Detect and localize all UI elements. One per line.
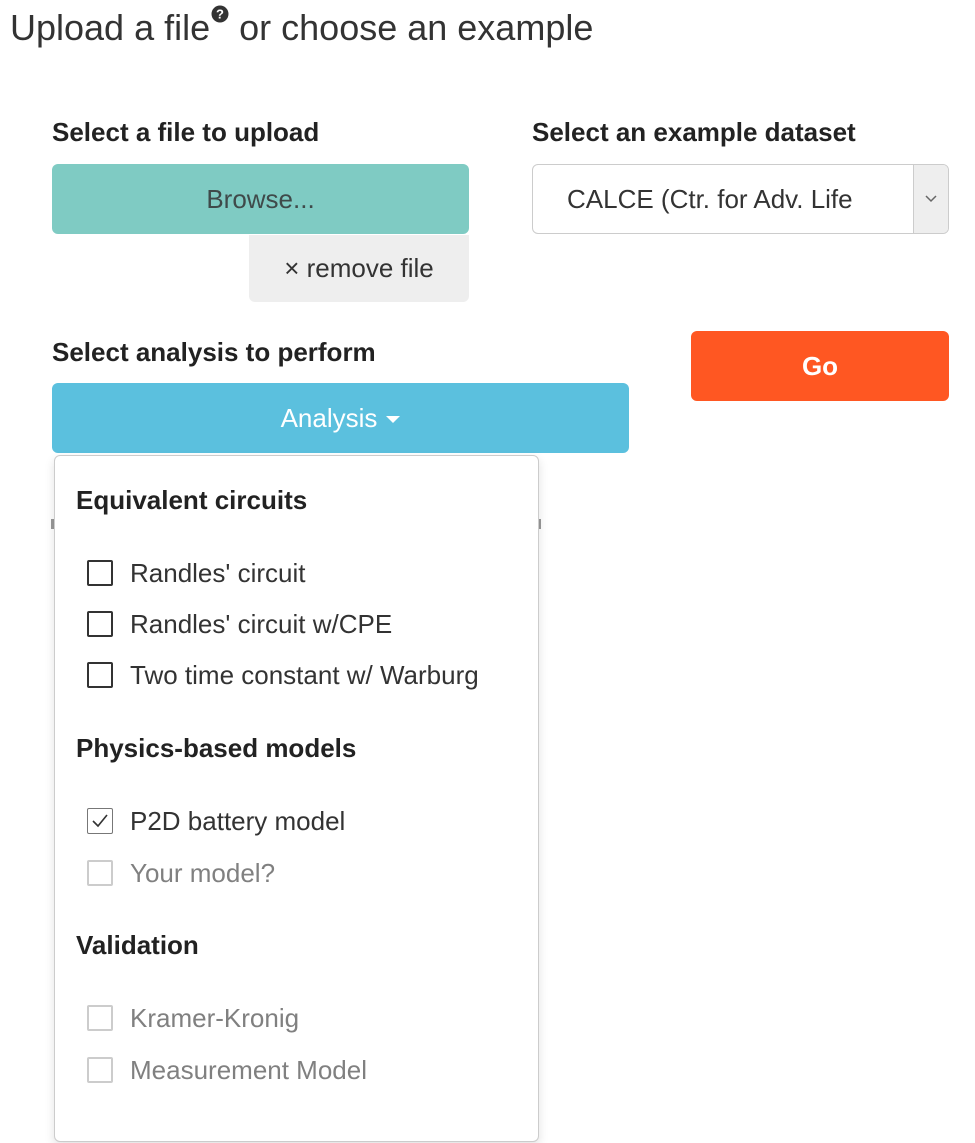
option-your-model: Your model? [87, 856, 275, 890]
title-prefix: Upload a file [10, 7, 211, 48]
analysis-label: Select analysis to perform [52, 337, 376, 367]
question-circle-icon[interactable]: ? [211, 0, 229, 33]
checkbox[interactable] [87, 560, 113, 586]
option-kramer-kronig: Kramer-Kronig [87, 1001, 299, 1035]
chevron-down-icon [913, 165, 948, 233]
background-edge [539, 519, 541, 529]
checkmark-icon [92, 814, 108, 828]
option-label: Randles' circuit w/CPE [130, 608, 393, 639]
option-randles-circuit-cpe[interactable]: Randles' circuit w/CPE [87, 607, 392, 641]
caret-down-icon [386, 415, 401, 423]
option-label: P2D battery model [130, 805, 346, 836]
title-suffix: or choose an example [229, 7, 594, 48]
checkbox [87, 1057, 113, 1083]
example-dataset-label: Select an example dataset [532, 117, 856, 147]
option-measurement-model: Measurement Model [87, 1053, 367, 1087]
upload-label: Select a file to upload [52, 117, 320, 147]
option-two-time-constant-warburg[interactable]: Two time constant w/ Warburg [87, 658, 479, 692]
go-button[interactable]: Go [691, 331, 949, 401]
remove-file-button[interactable]: × remove file [249, 235, 469, 302]
example-dataset-select[interactable]: CALCE (Ctr. for Adv. Life [532, 164, 949, 234]
browse-button[interactable]: Browse... [52, 164, 469, 234]
option-p2d-battery-model[interactable]: P2D battery model [87, 804, 345, 838]
option-label: Two time constant w/ Warburg [130, 659, 479, 690]
option-label: Your model? [130, 857, 276, 888]
analysis-dropdown-menu: Equivalent circuits Randles' circuit Ran… [54, 455, 539, 1142]
option-randles-circuit[interactable]: Randles' circuit [87, 556, 305, 590]
svg-text:?: ? [216, 7, 224, 22]
example-dataset-value: CALCE (Ctr. for Adv. Life [567, 184, 853, 214]
checkbox [87, 860, 113, 886]
option-label: Measurement Model [130, 1054, 367, 1085]
analysis-button-label: Analysis [280, 402, 378, 433]
checkbox [87, 1005, 113, 1031]
analysis-dropdown-button[interactable]: Analysis [52, 383, 629, 453]
option-label: Kramer-Kronig [130, 1002, 300, 1033]
page-title: Upload a file? or choose an example [10, 5, 594, 50]
group-header-physics-based-models: Physics-based models [76, 733, 357, 763]
checkbox[interactable] [87, 808, 113, 834]
group-header-equivalent-circuits: Equivalent circuits [76, 485, 308, 515]
option-label: Randles' circuit [130, 557, 306, 588]
group-header-validation: Validation [76, 930, 199, 960]
checkbox[interactable] [87, 611, 113, 637]
checkbox[interactable] [87, 662, 113, 688]
